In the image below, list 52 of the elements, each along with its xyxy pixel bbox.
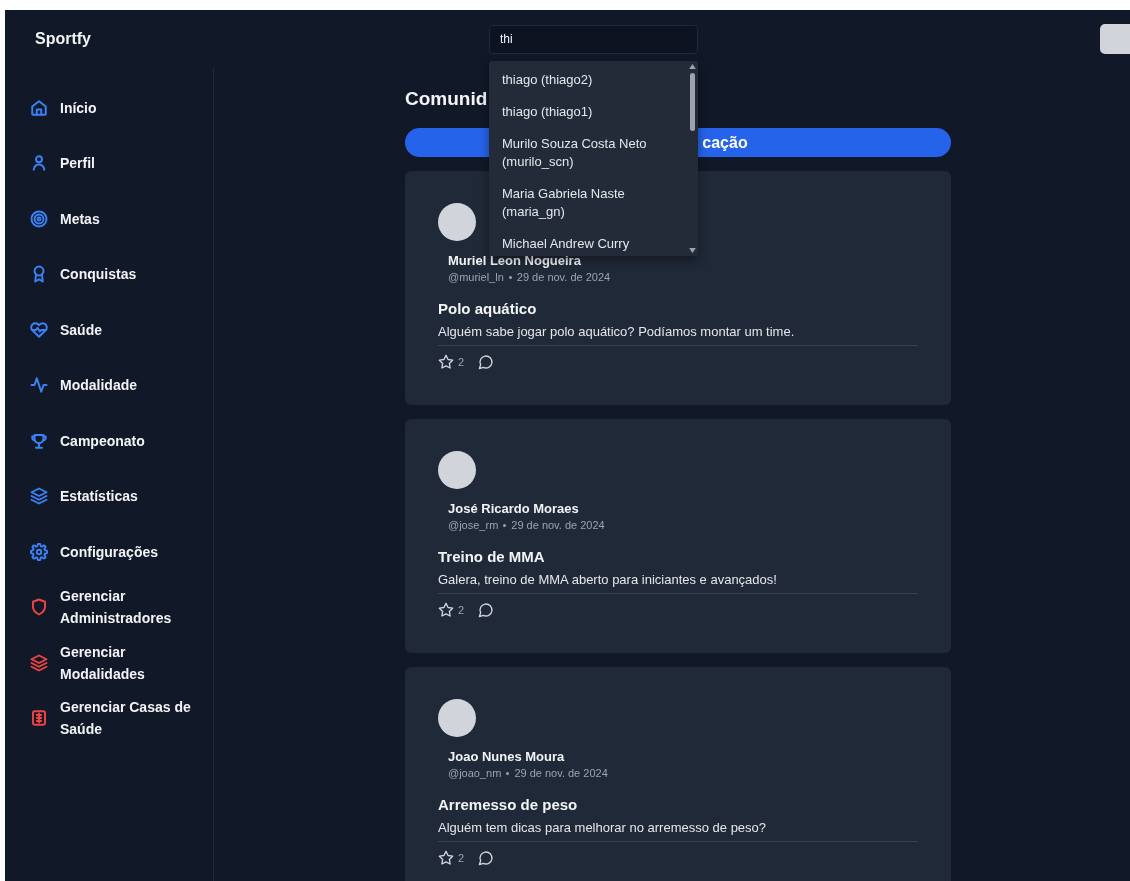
star-icon[interactable]	[438, 602, 454, 618]
search-result[interactable]: thiago (thiago2)	[489, 64, 686, 97]
post-date: 29 de nov. de 2024	[516, 271, 611, 283]
sidebar-item[interactable]: Conquistas	[5, 246, 213, 302]
star-icon[interactable]	[438, 850, 454, 866]
author-handle: @muriel_ln	[448, 271, 504, 283]
author-handle: @joao_nm	[448, 767, 502, 779]
like-count: 2	[458, 604, 465, 616]
scroll-down-icon[interactable]	[688, 247, 696, 253]
post-title: Treino de MMA	[438, 548, 546, 565]
author-handle: @jose_rm	[448, 519, 499, 531]
post-body: Alguém sabe jogar polo aquático? Podíamos montar um time.	[438, 324, 918, 346]
sidebar-item[interactable]: Configurações	[5, 524, 213, 580]
post-date: 29 de nov. de 2024	[511, 519, 605, 531]
search-field[interactable]: thi	[489, 24, 698, 54]
search-result[interactable]: Murilo Souza Costa Neto (murilo_scn)	[489, 128, 686, 179]
comment-icon[interactable]	[478, 850, 495, 866]
sidebar-item[interactable]: Início	[5, 80, 213, 136]
scroll-up-icon[interactable]	[688, 63, 696, 69]
sidebar-item[interactable]: Campeonato	[5, 413, 213, 469]
author-avatar	[438, 451, 476, 489]
search-result[interactable]: Michael Andrew Curry	[489, 228, 686, 256]
sidebar-item[interactable]: Gerenciar Modalidades	[5, 635, 213, 691]
post-body: Galera, treino de MMA aberto para iniciantes e avançados!	[438, 572, 918, 594]
author-name: José Ricardo Moraes	[448, 501, 580, 516]
search-result[interactable]: thiago (thiago1)	[489, 96, 686, 129]
like-count: 2	[458, 852, 465, 864]
post-date: 29 de nov. de 2024	[514, 767, 608, 779]
app-logo: Sportfy	[35, 30, 92, 48]
separator-dot	[506, 771, 510, 775]
sidebar-item[interactable]: Perfil	[5, 135, 213, 191]
author-name: Muriel Leon Nogueira	[448, 253, 582, 268]
author-avatar	[438, 203, 476, 241]
comment-icon[interactable]	[478, 602, 495, 618]
search-result[interactable]: Maria Gabriela Naste (maria_gn)	[489, 178, 686, 229]
sidebar-item[interactable]: Gerenciar Casas de Saúde	[5, 690, 213, 746]
sidebar-item[interactable]: Estatísticas	[5, 468, 213, 524]
sidebar-item[interactable]: Modalidade	[5, 357, 213, 413]
author-name: Joao Nunes Moura	[448, 749, 566, 764]
comment-icon[interactable]	[478, 354, 495, 370]
post-body: Alguém tem dicas para melhorar no arremesso de peso?	[438, 820, 918, 842]
like-count: 2	[458, 356, 465, 368]
sidebar-item[interactable]: Gerenciar Administradores	[5, 579, 213, 635]
sidebar-item[interactable]: Metas	[5, 191, 213, 247]
separator-dot	[508, 275, 512, 279]
post-title: Arremesso de peso	[438, 796, 579, 813]
page-title: Comunid	[405, 87, 488, 111]
star-icon[interactable]	[438, 354, 454, 370]
sidebar-item[interactable]: Saúde	[5, 302, 213, 358]
separator-dot	[503, 523, 507, 527]
author-avatar	[438, 699, 476, 737]
post-title: Polo aquático	[438, 300, 538, 317]
